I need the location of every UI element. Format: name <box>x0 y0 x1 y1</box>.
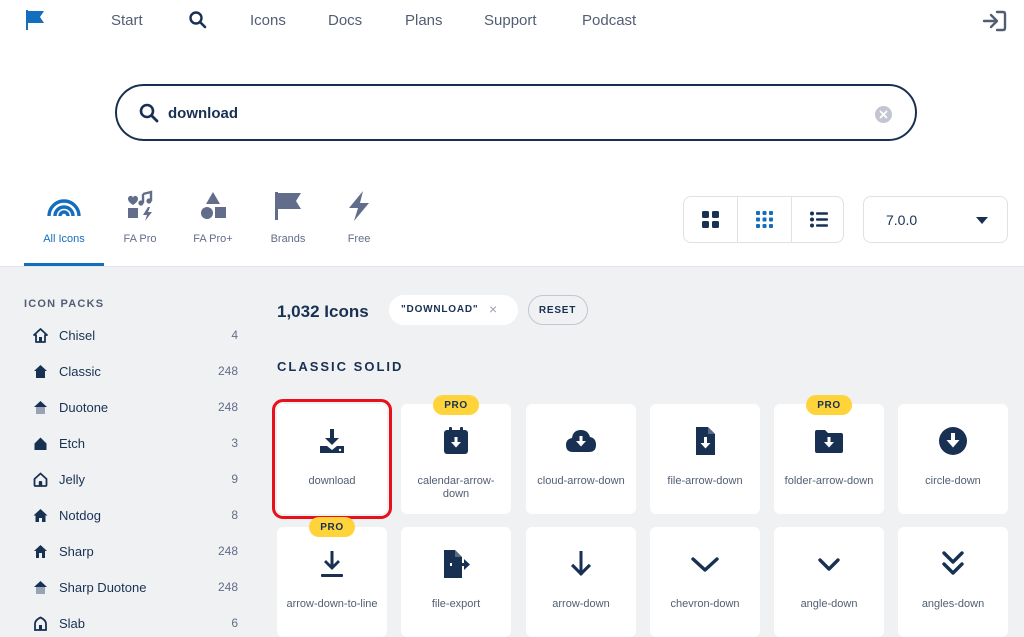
caret-down-icon <box>976 217 988 224</box>
pack-item-notdog[interactable]: Notdog 8 <box>33 505 241 527</box>
tab-free[interactable]: Free <box>319 190 399 266</box>
house-etch-icon <box>34 437 47 450</box>
tab-label: FA Pro+ <box>193 233 233 245</box>
results-count: 1,032 Icons <box>277 302 369 321</box>
nav-support[interactable]: Support <box>484 12 537 29</box>
pack-item-etch[interactable]: Etch 3 <box>33 433 241 455</box>
pack-item-sharp-duotone[interactable]: Sharp Duotone 248 <box>33 577 241 599</box>
cloud-arrow-down-icon <box>566 430 596 452</box>
reset-button[interactable]: RESET <box>528 295 588 325</box>
icon-card-angles-down[interactable]: angles-down <box>898 527 1008 637</box>
list-view-button[interactable] <box>792 197 843 242</box>
pack-item-classic[interactable]: Classic 248 <box>33 361 241 383</box>
remove-query-icon[interactable]: × <box>489 301 497 317</box>
pro-badge: PRO <box>309 517 355 537</box>
font-awesome-flag-logo-icon[interactable] <box>24 9 46 31</box>
house-sharp-icon <box>34 545 47 558</box>
shapes-icon <box>195 190 231 222</box>
arrow-down-to-line-icon <box>321 551 343 577</box>
calendar-arrow-down-icon <box>444 427 468 454</box>
icon-card-download[interactable]: download <box>272 399 392 519</box>
view-mode-toggle <box>683 196 844 243</box>
small-grid-icon <box>756 211 773 228</box>
icon-card-file-arrow-down[interactable]: file-arrow-down <box>650 404 760 514</box>
chevron-down-icon <box>691 557 719 572</box>
icon-card-cloud-arrow-down[interactable]: cloud-arrow-down <box>526 404 636 514</box>
folder-arrow-down-icon <box>815 430 843 453</box>
pro-badge: PRO <box>806 395 852 415</box>
top-navigation: Start Icons Docs Plans Support Podcast <box>0 0 1024 42</box>
tab-brands[interactable]: Brands <box>248 190 328 266</box>
nav-icons[interactable]: Icons <box>250 12 286 29</box>
search-query-chip[interactable]: "DOWNLOAD" × <box>389 295 518 325</box>
version-select[interactable]: 7.0.0 <box>863 196 1008 243</box>
house-icon <box>34 365 47 378</box>
icon-card-arrow-down[interactable]: arrow-down <box>526 527 636 637</box>
nav-podcast[interactable]: Podcast <box>582 12 636 29</box>
tab-label: All Icons <box>43 233 85 245</box>
results-area: ICON PACKS Chisel 4 Classic 248 Duotone … <box>0 266 1024 637</box>
nav-search-icon[interactable] <box>188 10 208 30</box>
pack-item-slab[interactable]: Slab 6 <box>33 613 241 635</box>
angles-down-icon <box>942 551 964 575</box>
tab-fa-pro[interactable]: FA Pro <box>100 190 180 266</box>
download-icon <box>320 429 344 453</box>
house-notdog-icon <box>33 509 48 522</box>
sign-in-icon[interactable] <box>982 9 1008 33</box>
icon-packs-title: ICON PACKS <box>24 298 105 310</box>
arrow-down-icon <box>571 551 591 576</box>
small-grid-view-button[interactable] <box>738 197 791 242</box>
icon-card-calendar-arrow-down[interactable]: calendar-arrow-down <box>401 404 511 514</box>
search-input[interactable] <box>168 99 848 127</box>
file-export-icon <box>444 550 470 578</box>
angle-down-icon <box>818 558 840 571</box>
house-chisel-icon <box>33 328 48 343</box>
tab-label: Free <box>347 233 371 245</box>
section-title: CLASSIC SOLID <box>277 359 404 374</box>
pack-item-chisel[interactable]: Chisel 4 <box>33 325 241 347</box>
pack-item-jelly[interactable]: Jelly 9 <box>33 469 241 491</box>
flag-icon <box>270 190 306 222</box>
icon-card-file-export[interactable]: file-export <box>401 527 511 637</box>
pack-item-sharp[interactable]: Sharp 248 <box>33 541 241 563</box>
pack-item-duotone[interactable]: Duotone 248 <box>33 397 241 419</box>
icon-card-circle-down[interactable]: circle-down <box>898 404 1008 514</box>
file-arrow-down-icon <box>696 427 715 455</box>
tab-fa-pro-plus[interactable]: FA Pro+ <box>173 190 253 266</box>
rainbow-icon <box>46 190 82 222</box>
nav-start[interactable]: Start <box>111 12 143 29</box>
house-jelly-icon <box>33 472 48 487</box>
pro-badge: PRO <box>433 395 479 415</box>
icon-card-chevron-down[interactable]: chevron-down <box>650 527 760 637</box>
list-icon <box>810 211 828 228</box>
tab-label: Brands <box>270 233 306 245</box>
icon-search-bar <box>115 84 917 141</box>
large-grid-view-button[interactable] <box>684 197 737 242</box>
nav-docs[interactable]: Docs <box>328 12 362 29</box>
clear-search-icon[interactable] <box>875 106 892 123</box>
icon-card-folder-arrow-down[interactable]: folder-arrow-down <box>774 404 884 514</box>
house-sharp-duotone-icon <box>34 581 47 594</box>
circle-down-icon <box>939 427 967 455</box>
icon-card-angle-down[interactable]: angle-down <box>774 527 884 637</box>
bolt-icon <box>341 190 377 222</box>
icon-card-arrow-down-to-line[interactable]: arrow-down-to-line <box>277 527 387 637</box>
house-duotone-icon <box>34 401 47 414</box>
icons-shapes-icon <box>122 190 158 222</box>
large-grid-icon <box>702 211 719 228</box>
tab-label: FA Pro <box>123 233 157 245</box>
tab-all-icons[interactable]: All Icons <box>24 190 104 266</box>
query-chip-label: "DOWNLOAD" <box>401 304 479 315</box>
search-icon <box>138 102 160 124</box>
nav-plans[interactable]: Plans <box>405 12 443 29</box>
version-value: 7.0.0 <box>886 212 918 228</box>
house-slab-icon <box>34 616 47 631</box>
